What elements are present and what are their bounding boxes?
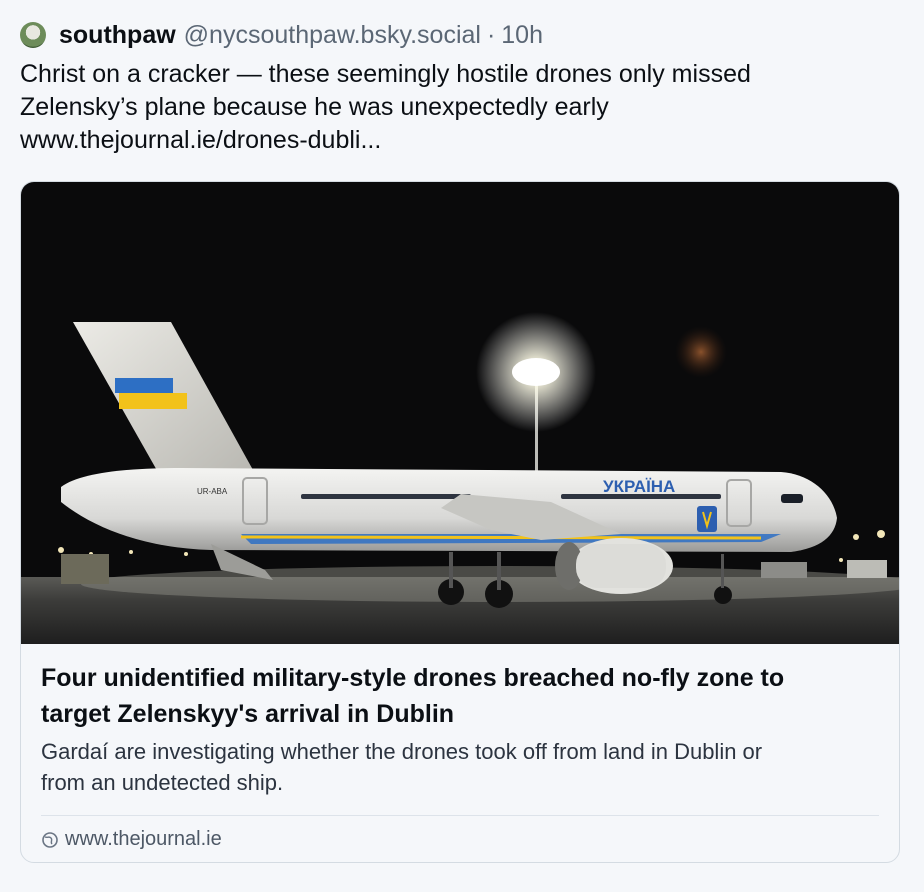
globe-icon xyxy=(42,831,58,848)
card-title[interactable]: Four unidentified military-style drones … xyxy=(41,660,879,732)
card-title-line: target Zelenskyy's arrival in Dublin xyxy=(41,700,455,728)
card-domain-row[interactable]: www.thejournal.ie xyxy=(41,816,879,851)
card-description-line: from an undetected ship. xyxy=(41,770,284,795)
post-text-line: Christ on a cracker — these seemingly ho… xyxy=(20,60,751,88)
post-time[interactable]: 10h xyxy=(501,21,543,50)
post-link[interactable]: www.thejournal.ie/drones-dubli... xyxy=(20,124,900,157)
card-image: УКРАЇНА UR-ABA xyxy=(21,182,899,644)
post-text-line: Zelensky’s plane because he was unexpect… xyxy=(20,93,609,121)
handle[interactable]: @nycsouthpaw.bsky.social xyxy=(184,21,481,50)
post[interactable]: southpaw @nycsouthpaw.bsky.social · 10h … xyxy=(0,0,924,892)
post-text: Christ on a cracker — these seemingly ho… xyxy=(20,58,900,157)
link-card[interactable]: УКРАЇНА UR-ABA Four unidentified militar… xyxy=(20,181,900,863)
card-domain: www.thejournal.ie xyxy=(65,828,222,850)
card-description: Gardaí are investigating whether the dro… xyxy=(41,736,879,798)
plane-lettering: УКРАЇНА xyxy=(603,477,675,496)
card-title-line: Four unidentified military-style drones … xyxy=(41,664,785,692)
card-description-line: Gardaí are investigating whether the dro… xyxy=(41,739,763,764)
avatar[interactable] xyxy=(20,22,46,48)
display-name[interactable]: southpaw xyxy=(59,21,176,50)
post-header: southpaw @nycsouthpaw.bsky.social · 10h xyxy=(20,18,904,52)
card-body: Four unidentified military-style drones … xyxy=(21,644,899,851)
plane-registration: UR-ABA xyxy=(197,487,228,496)
separator-dot: · xyxy=(486,20,496,49)
